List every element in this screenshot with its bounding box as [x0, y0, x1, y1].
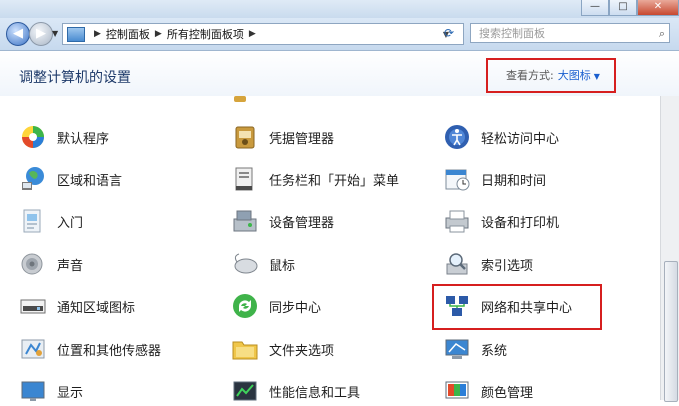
navigation-bar: ◀ ▶ ▼ ▶ 控制面板 ▶ 所有控制面板项 ▶ ▼ ⟳ 搜索控制面板 ⌕	[0, 18, 679, 51]
window-title-bar: — □ ✕	[0, 0, 679, 18]
item-label: 通知区域图标	[57, 300, 136, 316]
item-label: 索引选项	[481, 258, 534, 274]
recent-pages-dropdown-icon[interactable]: ▼	[52, 29, 58, 38]
address-bar[interactable]: ▶ 控制面板 ▶ 所有控制面板项 ▶ ▼	[62, 23, 464, 45]
item-label: 显示	[57, 385, 84, 401]
item-label: 日期和时间	[481, 173, 547, 189]
scrollbar-thumb[interactable]	[664, 261, 678, 402]
folder-options-icon	[232, 341, 258, 360]
item-devices-printers[interactable]: 设备和打印机	[443, 206, 559, 236]
search-input[interactable]: 搜索控制面板 ⌕	[470, 23, 670, 43]
item-display[interactable]: 显示	[19, 376, 83, 406]
item-ease-of-access[interactable]: 轻松访问中心	[443, 122, 559, 152]
item-label: 默认程序	[57, 131, 110, 147]
item-system[interactable]: 系统	[443, 334, 507, 364]
mouse-icon	[234, 253, 258, 274]
taskbar-start-icon	[235, 167, 253, 191]
item-label: 系统	[481, 343, 508, 359]
view-by-label: 查看方式:	[506, 69, 554, 82]
item-getting-started[interactable]: 入门	[19, 206, 83, 236]
item-device-manager[interactable]: 设备管理器	[231, 206, 334, 236]
partial-item-icon	[234, 96, 246, 102]
display-icon	[21, 381, 45, 401]
back-button[interactable]: ◀	[6, 22, 30, 46]
breadcrumb-control-panel[interactable]: 控制面板	[106, 26, 150, 42]
getting-started-icon	[23, 209, 41, 233]
view-by-selector[interactable]: 查看方式: 大图标 ▼	[486, 58, 616, 93]
item-label: 鼠标	[269, 258, 296, 274]
item-label: 颜色管理	[481, 385, 534, 401]
item-label: 性能信息和工具	[269, 385, 361, 401]
breadcrumb-separator-icon[interactable]: ▶	[94, 29, 101, 39]
item-sound[interactable]: 声音	[19, 249, 83, 279]
breadcrumb-separator-icon[interactable]: ▶	[249, 29, 256, 39]
location-sensors-icon	[21, 339, 45, 359]
window-controls: — □ ✕	[581, 0, 679, 16]
system-icon	[445, 339, 469, 359]
content-header: 调整计算机的设置 查看方式: 大图标 ▼	[0, 51, 679, 96]
minimize-button[interactable]: —	[581, 0, 609, 16]
item-label: 凭据管理器	[269, 131, 335, 147]
item-label: 同步中心	[269, 300, 322, 316]
item-label: 设备和打印机	[481, 215, 560, 231]
device-manager-icon	[233, 210, 257, 232]
sound-icon	[21, 253, 43, 275]
region-language-icon	[22, 167, 44, 190]
item-taskbar-start[interactable]: 任务栏和「开始」菜单	[231, 164, 399, 194]
forward-button[interactable]: ▶	[29, 22, 53, 46]
item-region-language[interactable]: 区域和语言	[19, 164, 122, 194]
item-label: 任务栏和「开始」菜单	[269, 173, 400, 189]
vertical-scrollbar[interactable]	[660, 96, 679, 402]
item-credential-manager[interactable]: 凭据管理器	[231, 122, 334, 152]
chevron-down-icon[interactable]: ▼	[594, 72, 600, 81]
item-label: 设备管理器	[269, 215, 335, 231]
item-label: 位置和其他传感器	[57, 343, 162, 359]
item-label: 区域和语言	[57, 173, 123, 189]
page-title: 调整计算机的设置	[19, 70, 131, 86]
breadcrumb-all-items[interactable]: 所有控制面板项	[167, 26, 244, 42]
ease-of-access-icon	[445, 125, 469, 149]
item-label: 入门	[57, 215, 84, 231]
item-sync-center[interactable]: 同步中心	[231, 291, 321, 321]
sync-center-icon	[233, 294, 257, 318]
breadcrumb-separator-icon[interactable]: ▶	[155, 29, 162, 39]
item-notification-area[interactable]: 通知区域图标	[19, 291, 135, 321]
control-panel-icon	[67, 26, 85, 42]
devices-printers-icon	[445, 210, 469, 233]
indexing-options-icon	[446, 253, 468, 275]
close-button[interactable]: ✕	[637, 0, 679, 16]
maximize-button[interactable]: □	[609, 0, 637, 16]
item-label: 声音	[57, 258, 84, 274]
notification-area-icon	[20, 299, 46, 314]
item-folder-options[interactable]: 文件夹选项	[231, 334, 334, 364]
item-indexing-options[interactable]: 索引选项	[443, 249, 533, 279]
item-mouse[interactable]: 鼠标	[231, 249, 295, 279]
search-placeholder: 搜索控制面板	[479, 27, 545, 40]
default-programs-icon	[22, 126, 44, 148]
refresh-icon[interactable]: ⟳	[444, 26, 454, 40]
credential-manager-icon	[235, 126, 255, 149]
network-sharing-highlight-box	[432, 284, 602, 330]
color-management-icon	[445, 381, 469, 399]
search-icon[interactable]: ⌕	[659, 24, 665, 44]
item-label: 轻松访问中心	[481, 131, 560, 147]
view-by-value[interactable]: 大图标	[558, 69, 591, 82]
item-color-management[interactable]: 颜色管理	[443, 376, 533, 406]
item-location-sensors[interactable]: 位置和其他传感器	[19, 334, 161, 364]
item-label: 文件夹选项	[269, 343, 335, 359]
item-default-programs[interactable]: 默认程序	[19, 122, 109, 152]
item-date-time[interactable]: 日期和时间	[443, 164, 546, 194]
item-performance-tools[interactable]: 性能信息和工具	[231, 376, 360, 406]
performance-tools-icon	[233, 381, 257, 401]
date-time-icon	[445, 169, 470, 191]
